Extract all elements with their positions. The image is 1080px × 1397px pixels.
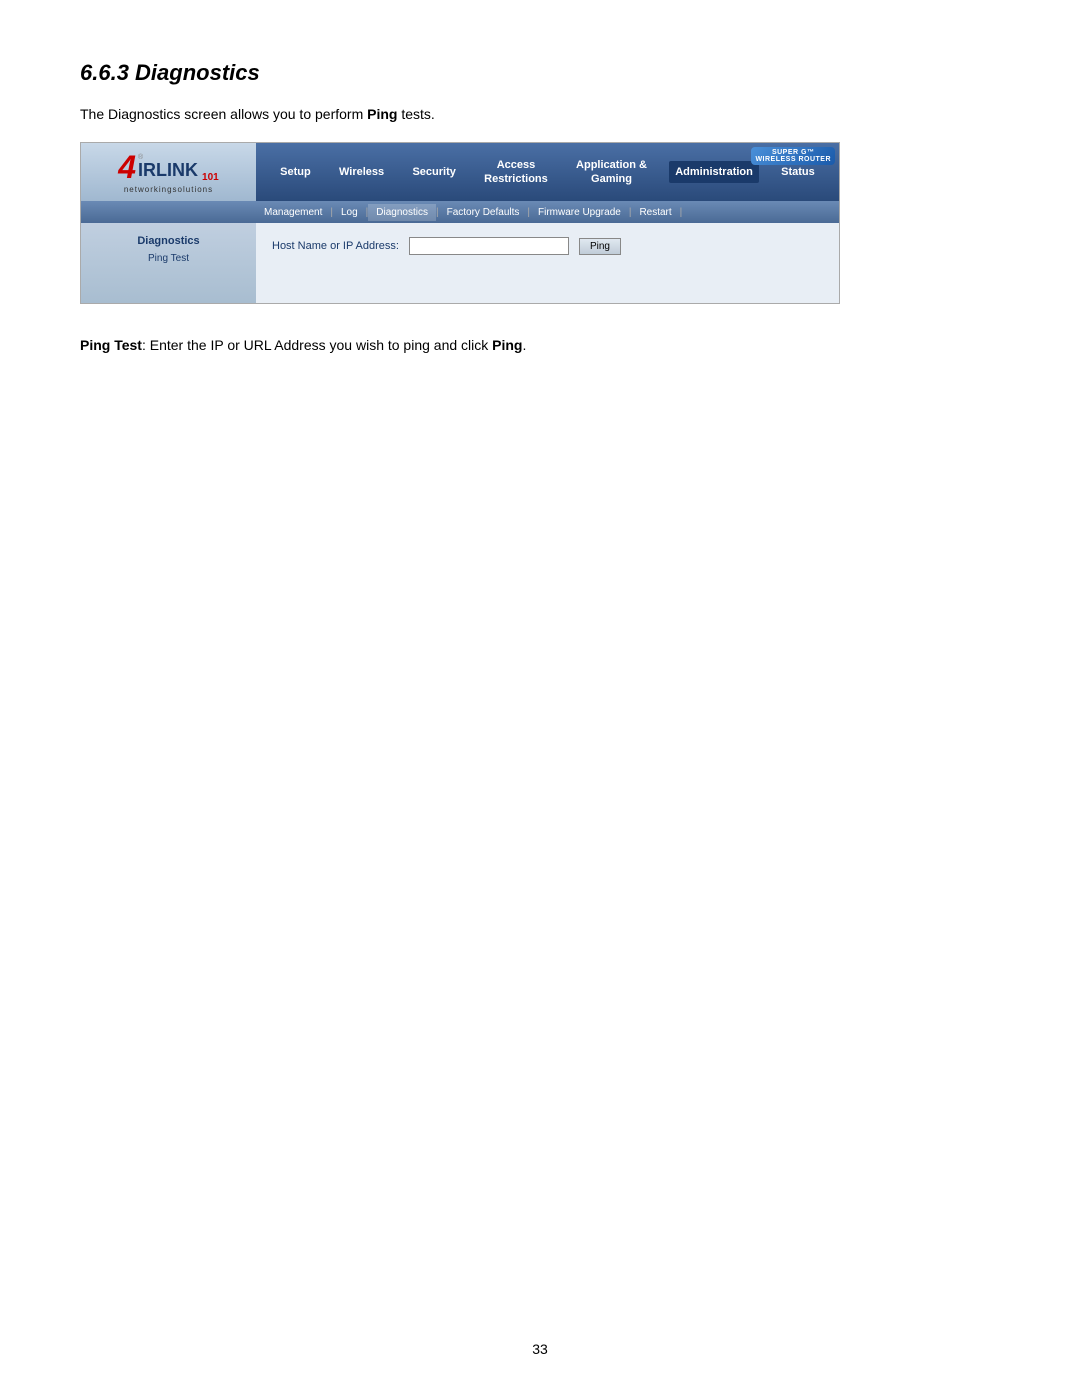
- ping-test-row: Host Name or IP Address: Ping: [272, 237, 823, 255]
- ping-button[interactable]: Ping: [579, 238, 621, 255]
- description-ping-test-label: Ping Test: [80, 337, 142, 353]
- super-g-badge: SUPER G™ WIRELESS ROUTER: [751, 147, 835, 165]
- router-topbar: 4 ® IRLINK 101 networkingsolutions Setup…: [81, 143, 839, 201]
- ping-host-input[interactable]: [409, 237, 569, 255]
- router-logo-area: 4 ® IRLINK 101 networkingsolutions: [81, 143, 256, 201]
- super-g-line1: SUPER G™: [755, 149, 831, 156]
- page-number: 33: [532, 1341, 548, 1357]
- logo-airlink: 4 ® IRLINK 101: [118, 151, 218, 183]
- logo-4: 4: [118, 151, 136, 183]
- description-ping-bold: Ping: [492, 337, 522, 353]
- nav-administration[interactable]: Administration: [669, 161, 759, 183]
- intro-text-end: tests.: [397, 106, 434, 122]
- subnav-firmware-upgrade[interactable]: Firmware Upgrade: [530, 204, 629, 221]
- subnav-diagnostics[interactable]: Diagnostics: [368, 204, 436, 221]
- super-g-line2: WIRELESS ROUTER: [755, 156, 831, 163]
- router-body: Diagnostics Ping Test Host Name or IP Ad…: [81, 223, 839, 303]
- sidebar-item-ping-test[interactable]: Ping Test: [81, 251, 256, 266]
- router-subnav: Management | Log | Diagnostics | Factory…: [81, 201, 839, 223]
- router-ui-screenshot: 4 ® IRLINK 101 networkingsolutions Setup…: [80, 142, 840, 304]
- nav-access-restrictions[interactable]: AccessRestrictions: [478, 154, 554, 191]
- nav-security[interactable]: Security: [406, 161, 461, 183]
- intro-text-plain: The Diagnostics screen allows you to per…: [80, 106, 367, 122]
- intro-text: The Diagnostics screen allows you to per…: [80, 106, 1000, 122]
- subnav-management[interactable]: Management: [256, 204, 330, 221]
- page-content: 6.6.3 Diagnostics The Diagnostics screen…: [0, 0, 1080, 416]
- nav-wireless[interactable]: Wireless: [333, 161, 390, 183]
- logo-101: 101: [202, 172, 219, 183]
- description-text: Ping Test: Enter the IP or URL Address y…: [80, 334, 1000, 356]
- description-end: .: [523, 337, 527, 353]
- logo-irlink: IRLINK: [138, 161, 198, 179]
- nav-setup[interactable]: Setup: [274, 161, 317, 183]
- subnav-restart[interactable]: Restart: [631, 204, 679, 221]
- subnav-factory-defaults[interactable]: Factory Defaults: [439, 204, 528, 221]
- sidebar-section-diagnostics: Diagnostics: [81, 231, 256, 251]
- description-text-body: : Enter the IP or URL Address you wish t…: [142, 337, 492, 353]
- nav-application-gaming[interactable]: Application &Gaming: [570, 154, 653, 191]
- ping-host-label: Host Name or IP Address:: [272, 240, 399, 252]
- router-main: Host Name or IP Address: Ping: [256, 223, 839, 303]
- section-title: 6.6.3 Diagnostics: [80, 60, 1000, 86]
- logo-networking: networkingsolutions: [124, 185, 213, 194]
- subnav-log[interactable]: Log: [333, 204, 366, 221]
- router-sidebar: Diagnostics Ping Test: [81, 223, 256, 303]
- intro-bold: Ping: [367, 106, 397, 122]
